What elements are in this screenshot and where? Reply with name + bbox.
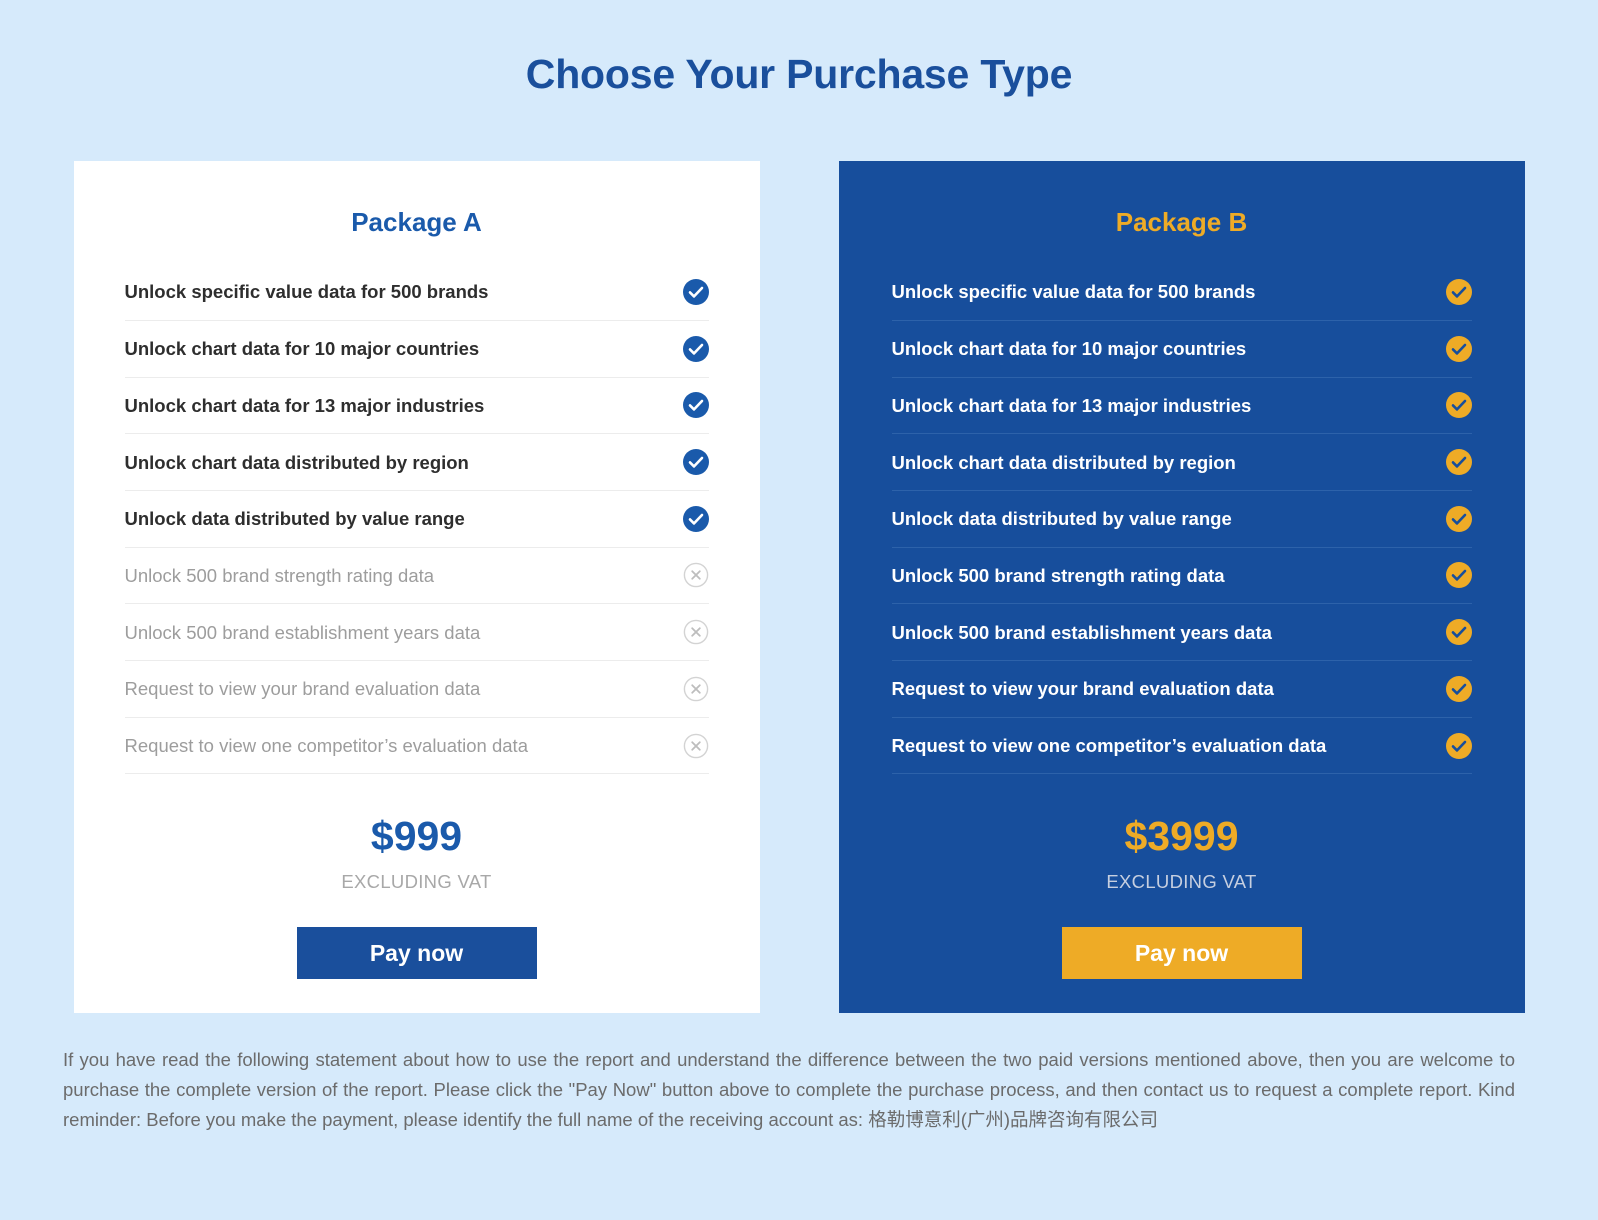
check-circle-icon <box>1445 562 1472 589</box>
feature-label: Unlock 500 brand strength rating data <box>124 564 435 586</box>
feature-label: Unlock chart data distributed by region <box>891 451 1236 473</box>
feature-label: Unlock specific value data for 500 brand… <box>891 281 1256 303</box>
feature-row: Unlock 500 brand strength rating data <box>891 548 1472 605</box>
feature-label: Request to view one competitor’s evaluat… <box>124 734 528 756</box>
package-a-feature-list: Unlock specific value data for 500 brand… <box>124 264 709 775</box>
feature-label: Unlock 500 brand establishment years dat… <box>124 621 481 643</box>
check-circle-icon <box>682 335 709 362</box>
feature-row: Request to view one competitor’s evaluat… <box>124 718 709 775</box>
feature-row: Unlock 500 brand strength rating data <box>124 548 709 605</box>
feature-label: Request to view your brand evaluation da… <box>124 678 481 700</box>
feature-row: Unlock chart data for 10 major countries <box>124 321 709 378</box>
x-circle-icon <box>683 733 709 759</box>
feature-label: Unlock chart data for 10 major countries <box>124 338 480 360</box>
x-circle-icon <box>683 562 709 588</box>
package-a-price-block: $999 EXCLUDING VAT Pay now <box>74 774 760 979</box>
check-circle-icon <box>1445 732 1472 759</box>
feature-label: Unlock data distributed by value range <box>891 508 1232 530</box>
feature-row: Unlock specific value data for 500 brand… <box>891 264 1472 321</box>
feature-label: Unlock chart data for 13 major industrie… <box>891 394 1252 416</box>
check-circle-icon <box>1445 335 1472 362</box>
check-circle-icon <box>682 505 709 532</box>
check-circle-icon <box>682 392 709 419</box>
feature-row: Unlock data distributed by value range <box>124 491 709 548</box>
feature-row: Unlock chart data for 10 major countries <box>891 321 1472 378</box>
footer: If you have read the following statement… <box>63 1045 1515 1135</box>
feature-label: Request to view your brand evaluation da… <box>891 678 1274 700</box>
feature-row: Unlock 500 brand establishment years dat… <box>124 604 709 661</box>
package-b-pay-now-button[interactable]: Pay now <box>1061 926 1302 979</box>
check-circle-icon <box>1445 392 1472 419</box>
feature-label: Unlock data distributed by value range <box>124 508 465 530</box>
package-b-vat-note: EXCLUDING VAT <box>1106 871 1257 893</box>
feature-label: Unlock chart data for 13 major industrie… <box>124 394 485 416</box>
pricing-cards-container: Package A Unlock specific value data for… <box>0 161 1598 1013</box>
package-a-vat-note: EXCLUDING VAT <box>341 871 492 893</box>
check-circle-icon <box>1445 279 1472 306</box>
check-circle-icon <box>1445 505 1472 532</box>
feature-row: Unlock specific value data for 500 brand… <box>124 264 709 321</box>
package-a-title: Package A <box>351 207 482 237</box>
package-a-price: $999 <box>370 813 463 860</box>
x-circle-icon <box>683 676 709 702</box>
feature-row: Unlock data distributed by value range <box>891 491 1472 548</box>
x-circle-icon <box>683 619 709 645</box>
purchase-type-page: Choose Your Purchase Type Package A Unlo… <box>0 0 1598 1220</box>
check-circle-icon <box>1445 619 1472 646</box>
feature-row: Unlock chart data for 13 major industrie… <box>124 378 709 435</box>
feature-row: Unlock chart data distributed by region <box>891 434 1472 491</box>
feature-label: Unlock chart data distributed by region <box>124 451 469 473</box>
feature-row: Request to view one competitor’s evaluat… <box>891 718 1472 775</box>
check-circle-icon <box>682 279 709 306</box>
feature-label: Unlock specific value data for 500 brand… <box>124 281 489 303</box>
feature-row: Unlock chart data for 13 major industrie… <box>891 378 1472 435</box>
package-b-title: Package B <box>1115 207 1248 237</box>
feature-row: Unlock chart data distributed by region <box>124 434 709 491</box>
feature-label: Unlock chart data for 10 major countries <box>891 338 1247 360</box>
check-circle-icon <box>682 449 709 476</box>
feature-label: Unlock 500 brand establishment years dat… <box>891 621 1272 643</box>
pricing-card-package-a: Package A Unlock specific value data for… <box>73 161 760 1013</box>
feature-label: Unlock 500 brand strength rating data <box>891 564 1225 586</box>
package-b-price-block: $3999 EXCLUDING VAT Pay now <box>839 774 1525 979</box>
feature-row: Request to view your brand evaluation da… <box>124 661 709 718</box>
page-title: Choose Your Purchase Type <box>525 51 1073 97</box>
package-a-pay-now-button[interactable]: Pay now <box>296 926 537 979</box>
check-circle-icon <box>1445 449 1472 476</box>
feature-row: Unlock 500 brand establishment years dat… <box>891 604 1472 661</box>
feature-row: Request to view your brand evaluation da… <box>891 661 1472 718</box>
pricing-card-package-b: Package B Unlock specific value data for… <box>838 161 1525 1013</box>
package-b-price: $3999 <box>1124 813 1239 860</box>
footer-disclaimer: If you have read the following statement… <box>63 1049 1515 1130</box>
feature-label: Request to view one competitor’s evaluat… <box>891 734 1327 756</box>
package-b-feature-list: Unlock specific value data for 500 brand… <box>891 264 1472 775</box>
check-circle-icon <box>1445 675 1472 702</box>
